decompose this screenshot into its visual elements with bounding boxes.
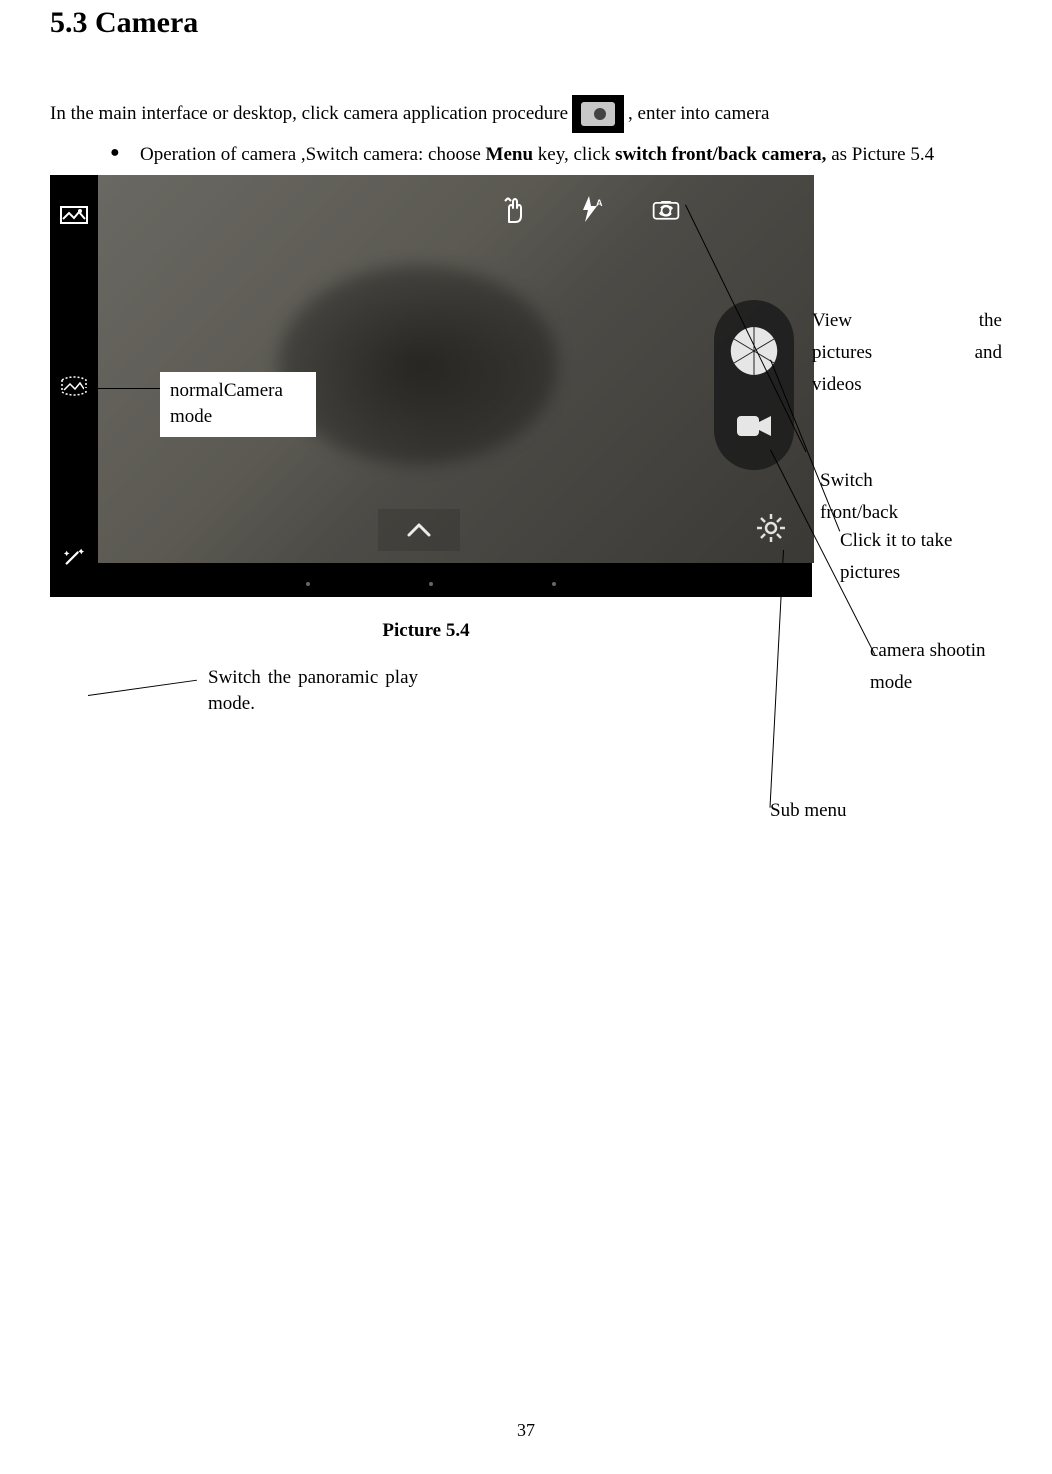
expand-panel-button[interactable] bbox=[378, 509, 460, 551]
top-controls: A bbox=[496, 191, 754, 227]
callout-panoramic-mode: Switch the panoramic play mode. bbox=[198, 659, 428, 724]
camera-app-icon bbox=[572, 95, 624, 133]
gesture-icon[interactable] bbox=[496, 191, 532, 227]
bullet-marker: ● bbox=[110, 141, 140, 170]
shutter-pill bbox=[714, 300, 794, 470]
annotation-view-l3: videos bbox=[812, 369, 1002, 401]
svg-text:A: A bbox=[596, 198, 603, 208]
left-mode-rail bbox=[50, 175, 98, 597]
annotation-takepic-l2: pictures bbox=[840, 557, 1000, 589]
intro-paragraph: In the main interface or desktop, click … bbox=[50, 95, 1002, 133]
effects-mode-icon[interactable] bbox=[59, 547, 89, 569]
annotation-view-l2: pictures and bbox=[812, 337, 1002, 369]
nav-dots bbox=[306, 581, 556, 587]
annotation-submenu: Sub menu bbox=[770, 795, 910, 827]
line-normal bbox=[84, 388, 160, 389]
line-panoramic bbox=[88, 679, 197, 695]
settings-gear-icon[interactable] bbox=[752, 509, 790, 547]
page-number: 37 bbox=[0, 1417, 1052, 1444]
bullet-menu-bold: Menu bbox=[486, 144, 534, 165]
flash-auto-icon[interactable]: A bbox=[572, 191, 608, 227]
intro-before-icon: In the main interface or desktop, click … bbox=[50, 100, 568, 129]
switch-camera-icon[interactable] bbox=[648, 191, 684, 227]
bullet-switch-bold: switch front/back camera, bbox=[615, 144, 826, 165]
section-title: 5.3 Camera bbox=[50, 0, 1002, 45]
annotation-camera-shooting: camera shootin mode bbox=[870, 635, 1030, 700]
figure-caption: Picture 5.4 bbox=[0, 617, 1002, 646]
annotation-view-l1: View the bbox=[812, 305, 1002, 337]
video-mode-button[interactable] bbox=[733, 405, 775, 447]
annotation-switchfb-l1: Switch bbox=[820, 465, 980, 497]
annotation-take-picture: Click it to take pictures bbox=[840, 525, 1000, 590]
callout-normal-mode: normalCamera mode bbox=[160, 372, 316, 437]
annotation-camshoot-l2: mode bbox=[870, 667, 1030, 699]
bullet-operation: ● Operation of camera ,Switch camera: ch… bbox=[110, 141, 1002, 170]
intro-after-icon: , enter into camera bbox=[628, 100, 769, 129]
normal-mode-icon[interactable] bbox=[59, 203, 89, 225]
annotation-switch-fb: Switch front/back bbox=[820, 465, 980, 530]
bullet-prefix: Operation of camera ,Switch camera: choo… bbox=[140, 144, 486, 165]
annotation-camshoot-l1: camera shootin bbox=[870, 635, 1030, 667]
bullet-suffix: as Picture 5.4 bbox=[826, 144, 934, 165]
panorama-mode-icon[interactable] bbox=[59, 375, 89, 397]
figure-area: A normalCamera mode Switch the panoramic… bbox=[50, 175, 1002, 646]
annotation-takepic-l1: Click it to take bbox=[840, 525, 1000, 557]
bullet-mid: key, click bbox=[533, 144, 615, 165]
viewfinder bbox=[98, 175, 814, 563]
bullet-text: Operation of camera ,Switch camera: choo… bbox=[140, 141, 1002, 170]
annotation-view-media: View the pictures and videos bbox=[812, 305, 1002, 402]
